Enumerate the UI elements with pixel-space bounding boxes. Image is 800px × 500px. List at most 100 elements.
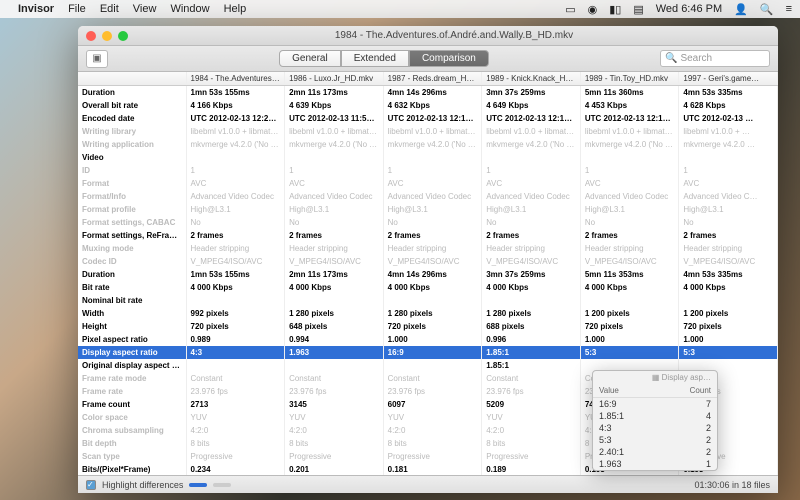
property-value-cell: Progressive [285,450,384,463]
airplay-icon[interactable]: ▭ [565,3,575,16]
property-value-cell: 2mn 11s 173ms [285,268,384,281]
tab-extended[interactable]: Extended [341,50,409,67]
app-window: 1984 - The.Adventures.of.André.and.Wally… [78,26,778,493]
property-name-cell: Nominal bit rate [78,294,186,307]
menu-help[interactable]: Help [224,3,247,15]
flag-icon[interactable]: ▤ [633,3,643,16]
property-value-cell: 1 200 pixels [580,307,679,320]
table-row[interactable]: FormatAVCAVCAVCAVCAVCAVC [78,177,778,190]
property-name-cell: Bit depth [78,437,186,450]
menu-view[interactable]: View [133,3,157,15]
property-value-cell: 0.201 [285,463,384,475]
wifi-icon[interactable]: ◉ [588,3,598,16]
battery-icon[interactable]: ▮▯ [609,3,621,16]
table-row[interactable]: Format profileHigh@L3.1High@L3.1High@L3.… [78,203,778,216]
property-name-cell: Original display aspect ratio [78,359,186,372]
menu-edit[interactable]: Edit [100,3,119,15]
table-row[interactable]: Video [78,151,778,164]
user-icon[interactable]: 👤 [734,3,748,16]
property-column-header[interactable] [78,72,186,86]
popover-value: 16:9 [599,399,691,409]
property-value-cell: 5:3 [580,346,679,359]
sidebar-toggle-button[interactable]: ▣ [86,50,108,68]
app-menu[interactable]: Invisor [18,3,54,15]
property-value-cell: 4mn 14s 296ms [383,268,482,281]
property-value-cell: 4 000 Kbps [383,281,482,294]
property-name-cell: Writing library [78,125,186,138]
property-value-cell: AVC [383,177,482,190]
property-value-cell: V_MPEG4/ISO/AVC [482,255,581,268]
table-row[interactable]: Nominal bit rate [78,294,778,307]
table-row[interactable]: Muxing modeHeader strippingHeader stripp… [78,242,778,255]
property-name-cell: Bit rate [78,281,186,294]
table-row[interactable]: Width992 pixels1 280 pixels1 280 pixels1… [78,307,778,320]
property-value-cell: 1 280 pixels [482,307,581,320]
property-value-cell: V_MPEG4/ISO/AVC [679,255,778,268]
property-value-cell: UTC 2012-02-13 12:18:00 [482,112,581,125]
table-row[interactable]: Format/InfoAdvanced Video CodecAdvanced … [78,190,778,203]
property-value-cell: 8 bits [285,437,384,450]
property-value-cell: 4:2:0 [285,424,384,437]
spotlight-icon[interactable]: 🔍 [760,3,774,16]
file-column-header[interactable]: 1986 - Luxo.Jr_HD.mkv [285,72,384,86]
popover-row[interactable]: 2.40:12 [593,446,717,458]
property-name-cell: Overall bit rate [78,99,186,112]
file-column-header[interactable]: 1984 - The.Adventures.of.An… [186,72,285,86]
property-value-cell: 4 649 Kbps [482,99,581,112]
property-value-cell [186,151,285,164]
property-value-cell: 4:3 [186,346,285,359]
menu-file[interactable]: File [68,3,86,15]
table-row[interactable]: Encoded dateUTC 2012-02-13 12:21:11UTC 2… [78,112,778,125]
property-value-cell: UTC 2012-02-13 12:21:11 [186,112,285,125]
minimize-button[interactable] [102,31,112,41]
property-value-cell: 1 [580,164,679,177]
property-value-cell: 23.976 fps [383,385,482,398]
highlight-differences-checkbox[interactable] [86,480,96,490]
statusbar: Highlight differences 01:30:06 in 18 fil… [78,475,778,493]
table-row[interactable]: Height720 pixels648 pixels720 pixels688 … [78,320,778,333]
table-row[interactable]: Overall bit rate4 166 Kbps4 639 Kbps4 63… [78,99,778,112]
table-row[interactable]: Format settings, ReFrames2 frames2 frame… [78,229,778,242]
clock[interactable]: Wed 6:46 PM [656,3,722,15]
file-column-header[interactable]: 1997 - Geri's.game… [679,72,778,86]
popover-row[interactable]: 1.9631 [593,458,717,470]
file-column-header[interactable]: 1989 - Knick.Knack_HD.mkv [482,72,581,86]
table-row[interactable]: Bit rate4 000 Kbps4 000 Kbps4 000 Kbps4 … [78,281,778,294]
table-row[interactable]: Writing applicationmkvmerge v4.2.0 ('No … [78,138,778,151]
property-value-cell: 1 [383,164,482,177]
file-column-header[interactable]: 1987 - Reds.dream_HD.mkv [383,72,482,86]
property-value-cell: 2 frames [186,229,285,242]
tab-comparison[interactable]: Comparison [409,50,489,67]
table-row[interactable]: Pixel aspect ratio0.9890.9941.0000.9961.… [78,333,778,346]
property-value-cell: 1 [186,164,285,177]
popover-row[interactable]: 1.85:14 [593,410,717,422]
property-value-cell: 4 166 Kbps [186,99,285,112]
table-row[interactable]: Display aspect ratio4:31.96316:91.85:15:… [78,346,778,359]
property-value-cell: Advanced Video Codec [482,190,581,203]
property-value-cell: libebml v1.0.0 + … [679,125,778,138]
property-value-cell: No [285,216,384,229]
search-input[interactable]: 🔍 Search [660,50,770,67]
popover-row[interactable]: 16:97 [593,398,717,410]
file-column-header[interactable]: 1989 - Tin.Toy_HD.mkv [580,72,679,86]
property-value-cell: 4mn 14s 296ms [383,86,482,100]
menu-window[interactable]: Window [170,3,209,15]
table-row[interactable]: Format settings, CABACNoNoNoNoNoNo [78,216,778,229]
notification-center-icon[interactable]: ≡ [786,3,792,15]
tab-general[interactable]: General [279,50,341,67]
property-value-cell: 8 bits [383,437,482,450]
table-row[interactable]: Codec IDV_MPEG4/ISO/AVCV_MPEG4/ISO/AVCV_… [78,255,778,268]
property-value-cell: libebml v1.0.0 + libmatroska v1.0.0 [580,125,679,138]
close-button[interactable] [86,31,96,41]
table-row[interactable]: Duration1mn 53s 155ms2mn 11s 173ms4mn 14… [78,86,778,100]
table-row[interactable]: Duration1mn 53s 155ms2mn 11s 173ms4mn 14… [78,268,778,281]
popover-row[interactable]: 4:32 [593,422,717,434]
property-value-cell: 648 pixels [285,320,384,333]
property-value-cell: Progressive [482,450,581,463]
zoom-button[interactable] [118,31,128,41]
table-row[interactable]: ID111111 [78,164,778,177]
popover-row[interactable]: 5:32 [593,434,717,446]
aspect-ratio-popover: ▦ Display asp… Value Count 16:971.85:144… [592,370,718,471]
table-row[interactable]: Writing library libebml v1.0.0 + libmatro… [78,125,778,138]
property-value-cell: High@L3.1 [186,203,285,216]
